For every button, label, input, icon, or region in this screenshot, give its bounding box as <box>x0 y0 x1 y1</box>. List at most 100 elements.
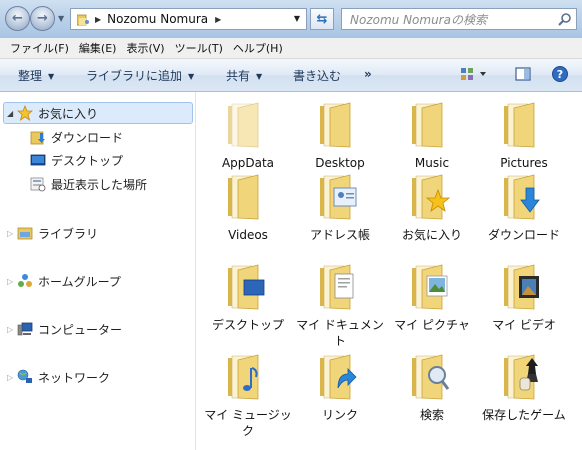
nav-computer[interactable]: ▷ コンピューター <box>0 318 122 340</box>
folder-name: Videos <box>228 228 268 242</box>
folder-my-documents[interactable]: マイ ドキュメント <box>296 262 384 349</box>
folder-view: AppData Desktop Music Pictures Videos アド… <box>196 92 582 450</box>
help-button[interactable]: ? <box>551 65 569 86</box>
menu-bar: ファイル(F) 編集(E) 表示(V) ツール(T) ヘルプ(H) <box>0 38 582 59</box>
nav-libraries-label: ライブラリ <box>38 226 99 241</box>
back-arrow-icon: ← <box>12 11 23 26</box>
folder-icon <box>314 100 366 150</box>
refresh-button[interactable]: ⇆ <box>310 8 334 30</box>
add-to-library-dropdown-icon: ▼ <box>188 72 195 81</box>
menu-tools[interactable]: ツール(T) <box>175 40 223 56</box>
menu-edit[interactable]: 編集(E) <box>79 40 117 56</box>
folder-searches[interactable]: 検索 <box>388 352 476 423</box>
expand-arrow-icon[interactable]: ▷ <box>7 325 17 334</box>
burn-button[interactable]: 書き込む <box>293 67 341 84</box>
expand-arrow-icon[interactable]: ▷ <box>7 277 17 286</box>
breadcrumb-chevron-icon[interactable]: ▶ <box>215 15 221 24</box>
folder-name: リンク <box>321 408 358 422</box>
address-toolbar: ← → ▼ ▶ Nozomu Nomura ▶ ▼ ⇆ Nozomu Nomur… <box>0 0 582 38</box>
folder-name: Desktop <box>315 156 365 170</box>
folder-links[interactable]: リンク <box>296 352 384 423</box>
folder-name: 保存したゲーム <box>482 408 566 422</box>
add-to-library-button[interactable]: ライブラリに追加 ▼ <box>86 67 194 84</box>
preview-pane-icon <box>515 67 531 81</box>
documents-folder-icon <box>314 262 366 312</box>
folder-pictures[interactable]: Pictures <box>480 100 568 171</box>
command-bar: 整理 ▼ ライブラリに追加 ▼ 共有 ▼ 書き込む » ? <box>0 59 582 92</box>
homegroup-icon <box>17 273 33 289</box>
folder-music[interactable]: Music <box>388 100 476 171</box>
desktop-icon <box>30 152 46 168</box>
folder-name: お気に入り <box>401 228 462 242</box>
search-folder-icon <box>406 352 458 402</box>
search-box[interactable]: Nozomu Nomuraの検索 <box>341 8 577 30</box>
folder-name: 検索 <box>419 408 444 422</box>
folder-downloads[interactable]: ダウンロード <box>480 172 568 243</box>
folder-name: AppData <box>221 156 275 170</box>
folder-name: Pictures <box>500 156 548 170</box>
folder-icon <box>498 100 550 150</box>
folder-my-music[interactable]: マイ ミュージック <box>204 352 292 439</box>
forward-button[interactable]: → <box>30 6 55 31</box>
nav-favorites[interactable]: ◢ お気に入り <box>3 102 193 124</box>
preview-pane-button[interactable] <box>514 65 532 86</box>
music-folder-icon <box>222 352 274 402</box>
contacts-folder-icon <box>314 172 366 222</box>
nav-homegroup[interactable]: ▷ ホームグループ <box>0 270 121 292</box>
network-icon <box>17 369 33 385</box>
folder-name: デスクトップ <box>211 318 284 332</box>
address-bar[interactable]: ▶ Nozomu Nomura ▶ ▼ <box>70 8 307 30</box>
folder-saved-games[interactable]: 保存したゲーム <box>480 352 568 423</box>
breadcrumb-separator-icon[interactable]: ▶ <box>95 15 101 24</box>
breadcrumb-user[interactable]: Nozomu Nomura <box>107 12 208 26</box>
refresh-icon: ⇆ <box>316 11 328 27</box>
nav-libraries[interactable]: ▷ ライブラリ <box>0 222 98 244</box>
more-commands-button[interactable]: » <box>364 67 372 81</box>
search-icon <box>558 13 571 26</box>
folder-my-pictures[interactable]: マイ ピクチャ <box>388 262 476 333</box>
back-button[interactable]: ← <box>5 6 30 31</box>
pictures-folder-icon <box>406 262 458 312</box>
svg-text:?: ? <box>557 68 563 81</box>
view-options-button[interactable] <box>459 65 489 86</box>
nav-network[interactable]: ▷ ネットワーク <box>0 366 110 388</box>
expand-arrow-icon[interactable]: ▷ <box>7 229 17 238</box>
folder-desktop-jp[interactable]: デスクトップ <box>204 262 292 333</box>
star-icon <box>16 104 34 121</box>
recent-pages-dropdown-icon[interactable]: ▼ <box>58 14 64 23</box>
nav-recent-places[interactable]: 最近表示した場所 <box>30 173 147 195</box>
folder-icon <box>222 100 274 150</box>
menu-file[interactable]: ファイル(F) <box>10 40 69 56</box>
folder-my-videos[interactable]: マイ ビデオ <box>480 262 568 333</box>
folder-favorites[interactable]: お気に入り <box>388 172 476 243</box>
expand-arrow-open-icon[interactable]: ◢ <box>7 109 17 118</box>
folder-name: アドレス帳 <box>309 228 370 242</box>
folder-appdata[interactable]: AppData <box>204 100 292 171</box>
nav-computer-label: コンピューター <box>38 322 123 337</box>
user-folder-icon <box>76 14 89 25</box>
share-label: 共有 <box>226 69 251 83</box>
organize-button[interactable]: 整理 ▼ <box>18 67 54 84</box>
nav-desktop[interactable]: デスクトップ <box>30 149 123 171</box>
nav-downloads[interactable]: ダウンロード <box>30 126 123 148</box>
view-icon <box>461 68 486 80</box>
downloads-folder-icon <box>498 172 550 222</box>
folder-desktop[interactable]: Desktop <box>296 100 384 171</box>
folder-videos[interactable]: Videos <box>204 172 292 243</box>
nav-downloads-label: ダウンロード <box>51 130 124 145</box>
forward-arrow-icon: → <box>37 11 48 26</box>
menu-view[interactable]: 表示(V) <box>126 40 164 56</box>
menu-help[interactable]: ヘルプ(H) <box>233 40 283 56</box>
folder-contacts[interactable]: アドレス帳 <box>296 172 384 243</box>
folder-name: マイ ミュージック <box>204 408 292 438</box>
computer-icon <box>17 321 33 337</box>
nav-favorites-label: お気に入り <box>38 106 99 121</box>
folder-icon <box>222 172 274 222</box>
share-button[interactable]: 共有 ▼ <box>226 67 262 84</box>
organize-dropdown-icon: ▼ <box>48 72 55 81</box>
address-dropdown-icon[interactable]: ▼ <box>294 14 300 23</box>
nav-homegroup-label: ホームグループ <box>38 274 121 289</box>
expand-arrow-icon[interactable]: ▷ <box>7 373 17 382</box>
organize-label: 整理 <box>18 69 43 83</box>
folder-icon <box>406 100 458 150</box>
